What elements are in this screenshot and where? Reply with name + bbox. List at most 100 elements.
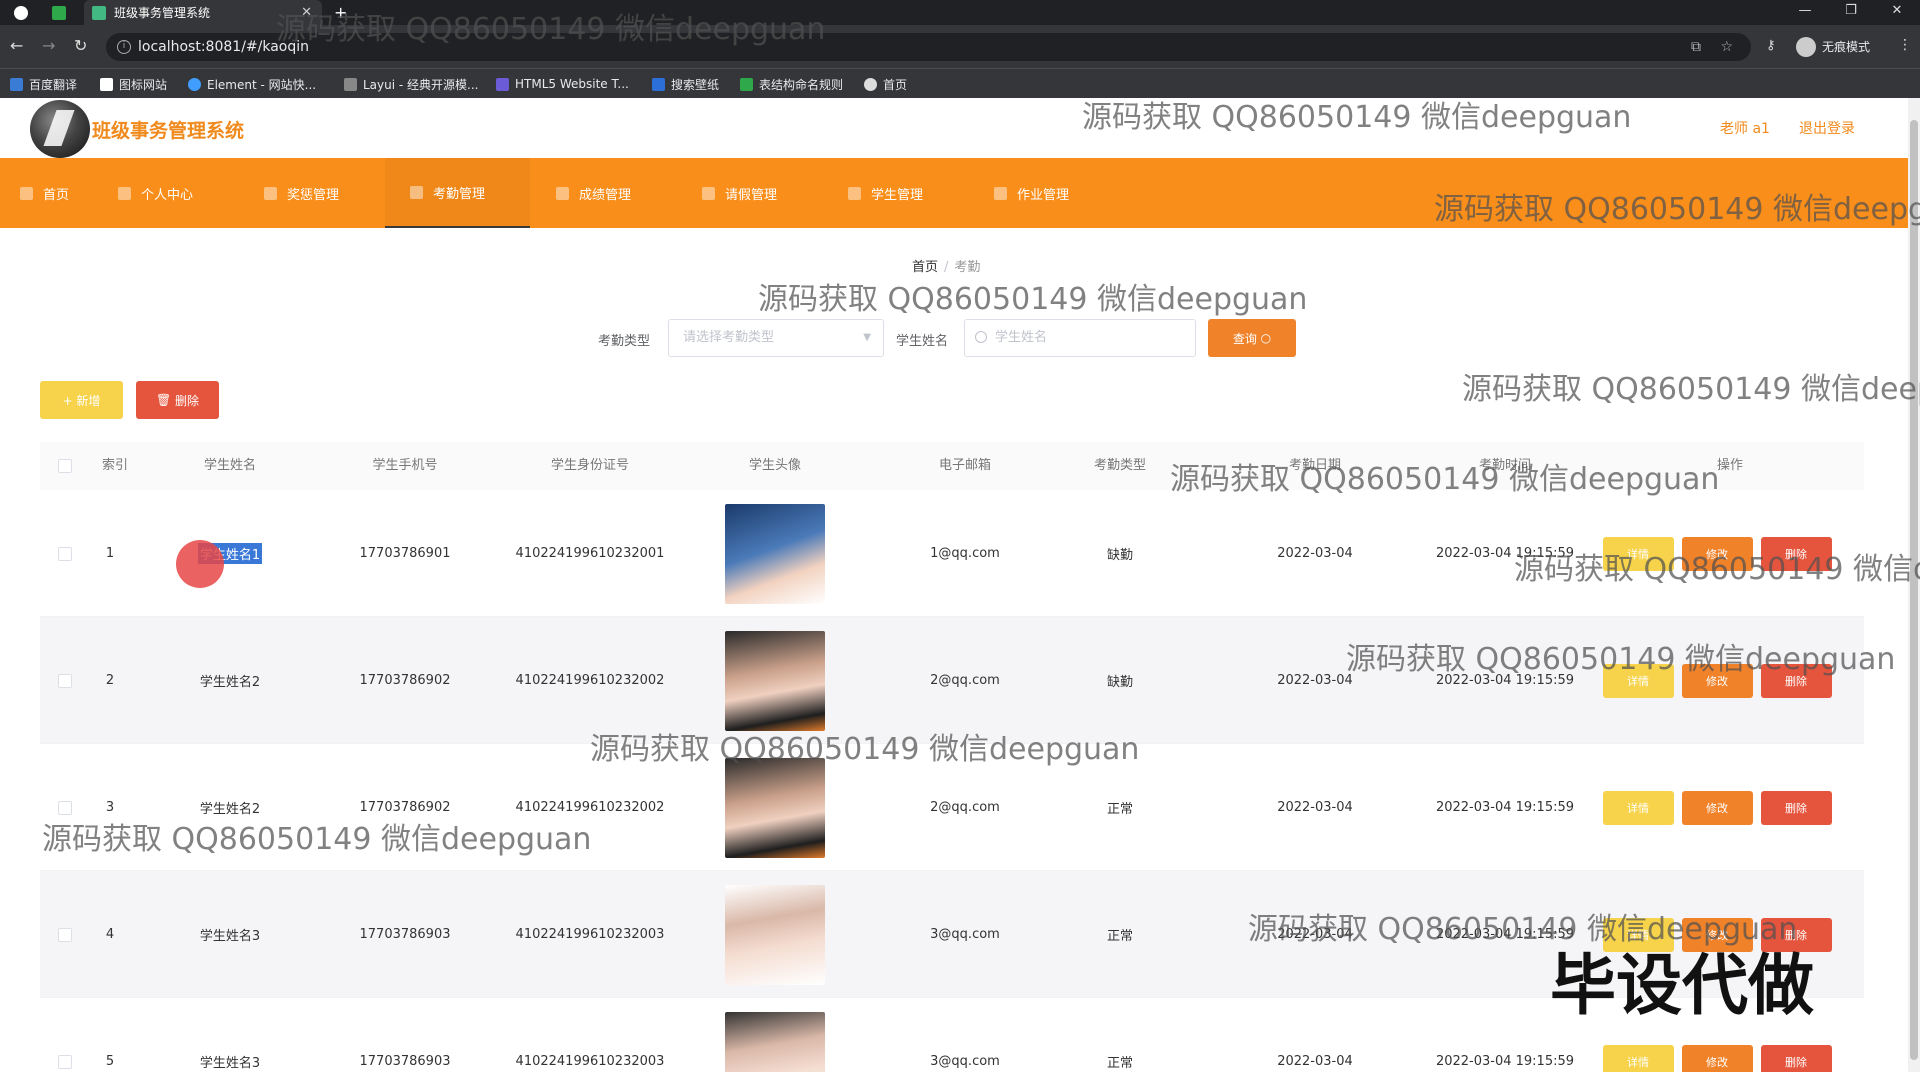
search-icon: ○ xyxy=(1260,331,1272,345)
row-avatar xyxy=(700,871,850,998)
row-checkbox[interactable] xyxy=(40,617,90,744)
student-name-input[interactable]: 学生姓名 xyxy=(964,319,1196,357)
nav-item-grades[interactable]: 成绩管理 xyxy=(556,158,631,228)
row-email: 1@qq.com xyxy=(930,546,1000,561)
col-date: 考勤日期 xyxy=(1288,458,1341,473)
row-actions: 详情 修改 删除 xyxy=(1594,617,1840,744)
row-avatar xyxy=(700,490,850,617)
star-icon[interactable]: ☆ xyxy=(1720,33,1733,61)
detail-button[interactable]: 详情 xyxy=(1602,1044,1674,1072)
row-checkbox[interactable] xyxy=(40,744,90,871)
row-name: 学生姓名2 xyxy=(199,675,261,690)
delete-button[interactable]: 删除 xyxy=(1760,663,1832,698)
address-bar[interactable]: i localhost:8081/#/kaoqin ⧉ ☆ xyxy=(106,33,1751,61)
reload-icon[interactable]: ↻ xyxy=(74,37,87,55)
select-all-checkbox[interactable] xyxy=(40,442,90,490)
forward-icon[interactable]: → xyxy=(42,37,55,55)
attendance-type-select[interactable]: 请选择考勤类型 ▼ xyxy=(668,319,884,357)
delete-button[interactable]: 删除 xyxy=(1760,536,1832,571)
detail-button[interactable]: 详情 xyxy=(1602,536,1674,571)
watermark-big: 毕设代做 xyxy=(1550,947,1814,1024)
row-name: 学生姓名3 xyxy=(199,929,261,944)
bookmark-item[interactable]: 首页 xyxy=(864,69,907,99)
detail-button[interactable]: 详情 xyxy=(1602,663,1674,698)
row-phone: 17703786901 xyxy=(359,546,451,561)
info-icon[interactable]: i xyxy=(117,40,131,54)
col-email: 电子邮箱 xyxy=(938,458,991,473)
trash-icon: 🗑 xyxy=(155,393,172,407)
active-tab[interactable]: 班级事务管理系统 ✕ xyxy=(84,0,322,25)
row-type: 缺勤 xyxy=(1106,675,1133,690)
minimize-icon[interactable]: — xyxy=(1782,0,1828,25)
batch-delete-button[interactable]: 🗑 删除 xyxy=(136,381,219,419)
app-header: 班级事务管理系统 老师 a1 退出登录 xyxy=(0,98,1908,158)
watermark: 源码获取 QQ86050149 微信deep xyxy=(1462,372,1920,407)
row-type: 缺勤 xyxy=(1106,548,1133,563)
back-icon[interactable]: ← xyxy=(10,37,23,55)
bookmark-item[interactable]: Layui - 经典开源模... xyxy=(344,69,478,99)
profile-label: 无痕模式 xyxy=(1822,40,1871,54)
row-name: 学生姓名3 xyxy=(199,1056,261,1071)
nav-item-rewards[interactable]: 奖惩管理 xyxy=(264,158,339,228)
nav-item-attendance[interactable]: 考勤管理 xyxy=(385,158,530,228)
scrollbar-thumb[interactable] xyxy=(1910,120,1918,1060)
bookmark-item[interactable]: 图标网站 xyxy=(100,69,167,99)
nav-item-leave[interactable]: 请假管理 xyxy=(702,158,777,228)
edit-button[interactable]: 修改 xyxy=(1681,663,1753,698)
row-id-card: 410224199610232002 xyxy=(515,673,665,688)
nav-item-profile[interactable]: 个人中心 xyxy=(118,158,193,228)
row-type: 正常 xyxy=(1106,929,1133,944)
new-tab-icon[interactable]: + xyxy=(334,0,347,25)
watermark: 源码获取 QQ86050149 微信deepguan xyxy=(758,282,1308,317)
user-icon xyxy=(118,186,131,200)
query-button[interactable]: 查询 ○ xyxy=(1208,319,1296,357)
bookmark-item[interactable]: 搜索壁纸 xyxy=(652,69,719,99)
close-window-icon[interactable]: ✕ xyxy=(1874,0,1920,25)
row-date: 2022-03-04 xyxy=(1277,1054,1353,1069)
browser-icon xyxy=(14,0,36,25)
row-time: 2022-03-04 19:15:59 xyxy=(1435,673,1575,688)
restore-icon[interactable]: ❐ xyxy=(1828,0,1874,25)
breadcrumb-home[interactable]: 首页 xyxy=(912,260,938,275)
row-id-card: 410224199610232003 xyxy=(515,927,665,942)
page-scrollbar[interactable] xyxy=(1908,98,1920,1072)
nav-item-homework[interactable]: 作业管理 xyxy=(994,158,1069,228)
table-row: 3 学生姓名2 17703786902 410224199610232002 2… xyxy=(40,744,1864,871)
row-id-card: 410224199610232001 xyxy=(515,546,665,561)
bookmark-item[interactable]: HTML5 Website T... xyxy=(496,69,629,99)
nav-item-home[interactable]: 首页 xyxy=(20,158,69,228)
row-checkbox[interactable] xyxy=(40,490,90,617)
students-icon xyxy=(848,186,861,200)
add-button[interactable]: + 新增 xyxy=(40,381,123,419)
pinned-tab[interactable] xyxy=(52,0,74,25)
detail-button[interactable]: 详情 xyxy=(1602,790,1674,825)
row-checkbox[interactable] xyxy=(40,871,90,998)
row-time: 2022-03-04 19:15:59 xyxy=(1435,546,1575,561)
col-type: 考勤类型 xyxy=(1093,458,1146,473)
close-tab-icon[interactable]: ✕ xyxy=(301,5,312,20)
edit-button[interactable]: 修改 xyxy=(1681,790,1753,825)
row-index: 3 xyxy=(105,800,115,815)
avatar xyxy=(725,757,825,858)
logout-link[interactable]: 退出登录 xyxy=(1799,118,1855,138)
calendar-icon xyxy=(702,186,715,200)
main-nav: 首页 个人中心 奖惩管理 考勤管理 成绩管理 请假管理 学生管理 作业管理 xyxy=(0,158,1908,228)
edit-button[interactable]: 修改 xyxy=(1681,1044,1753,1072)
incognito-profile[interactable]: 无痕模式 xyxy=(1796,33,1870,61)
nav-item-students[interactable]: 学生管理 xyxy=(848,158,923,228)
bookmark-item[interactable]: 表结构命名规则 xyxy=(740,69,843,99)
key-icon[interactable]: ⚷ xyxy=(1766,37,1776,55)
translate-icon[interactable]: ⧉ xyxy=(1691,33,1701,61)
browser-menu-icon[interactable]: ⋮ xyxy=(1898,37,1912,53)
document-icon xyxy=(556,186,569,200)
delete-button[interactable]: 删除 xyxy=(1760,1044,1832,1072)
bookmark-item[interactable]: Element - 网站快... xyxy=(188,69,316,99)
row-phone: 17703786903 xyxy=(359,927,451,942)
edit-button[interactable]: 修改 xyxy=(1681,536,1753,571)
url-text: localhost:8081/#/kaoqin xyxy=(138,39,310,55)
browser-toolbar: ← → ↻ i localhost:8081/#/kaoqin ⧉ ☆ ⚷ 无痕… xyxy=(0,25,1920,68)
row-name: 学生姓名2 xyxy=(199,802,261,817)
row-checkbox[interactable] xyxy=(40,998,90,1072)
bookmark-item[interactable]: 百度翻译 xyxy=(10,69,77,99)
delete-button[interactable]: 删除 xyxy=(1760,790,1832,825)
